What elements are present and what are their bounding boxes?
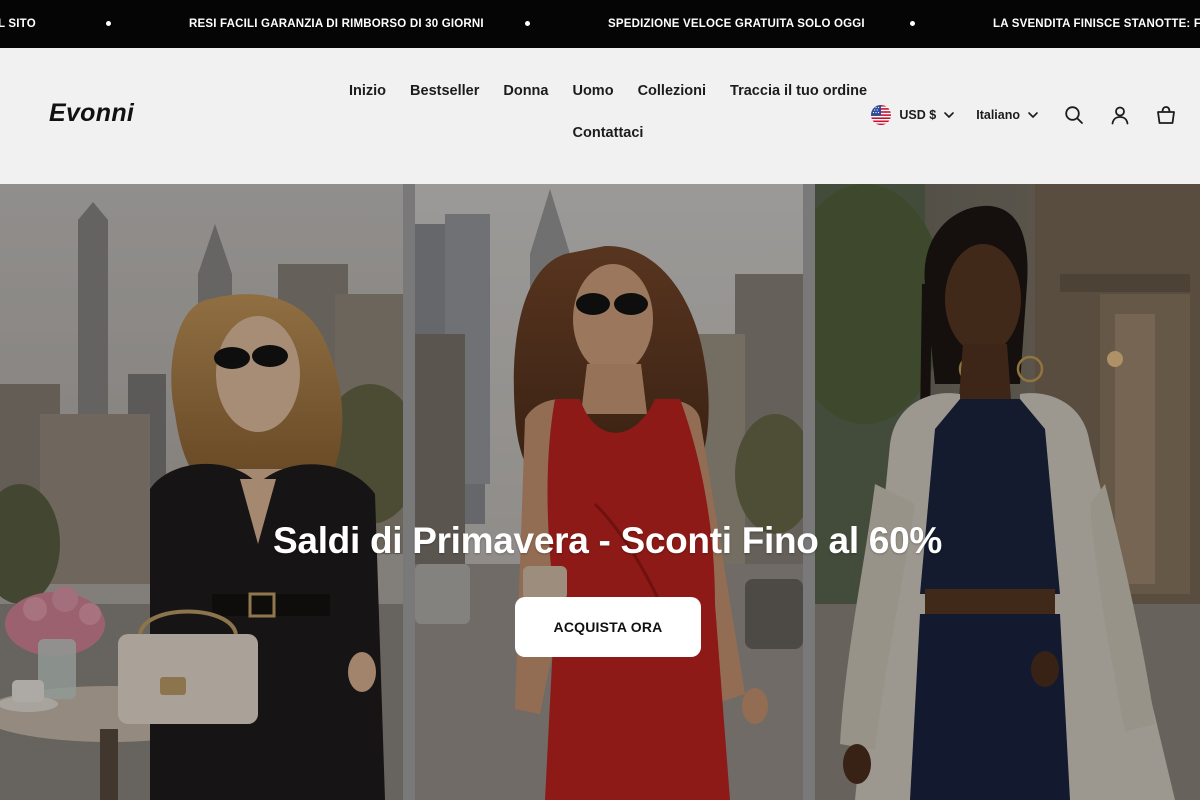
announcement-item: SPEDIZIONE VELOCE GRATUITA SOLO OGGI: [608, 18, 865, 30]
hero-banner: Saldi di Primavera - Sconti Fino al 60% …: [0, 184, 1200, 800]
nav-link-inizio[interactable]: Inizio: [349, 78, 386, 104]
hero-dark-overlay: [0, 184, 1200, 800]
chevron-down-icon: [944, 112, 955, 118]
announcement-bar: L SITO RESI FACILI GARANZIA DI RIMBORSO …: [0, 0, 1200, 48]
announcement-separator-dot: [910, 21, 915, 26]
language-label: Italiano: [976, 108, 1020, 122]
account-icon[interactable]: [1106, 101, 1134, 129]
cart-icon[interactable]: [1152, 101, 1180, 129]
announcement-item: LA SVENDITA FINISCE STANOTTE: FIN: [993, 18, 1200, 30]
language-selector[interactable]: Italiano: [976, 108, 1038, 122]
announcement-separator-dot: [525, 21, 530, 26]
announcement-item: L SITO: [0, 18, 36, 30]
chevron-down-icon: [1028, 112, 1038, 118]
main-nav: Inizio Bestseller Donna Uomo Collezioni …: [330, 78, 886, 146]
currency-label: USD $: [899, 108, 937, 122]
announcement-item: RESI FACILI GARANZIA DI RIMBORSO DI 30 G…: [189, 18, 484, 30]
nav-link-bestseller[interactable]: Bestseller: [410, 78, 479, 104]
announcement-track: L SITO RESI FACILI GARANZIA DI RIMBORSO …: [0, 0, 1200, 48]
us-flag-icon: [871, 105, 892, 125]
nav-link-contattaci[interactable]: Contattaci: [573, 120, 644, 146]
header-tools: USD $ Italiano: [871, 102, 1180, 128]
nav-link-traccia-ordine[interactable]: Traccia il tuo ordine: [730, 78, 867, 104]
site-header: Evonni Inizio Bestseller Donna Uomo Coll…: [0, 48, 1200, 184]
search-icon[interactable]: [1060, 101, 1088, 129]
nav-link-uomo[interactable]: Uomo: [572, 78, 613, 104]
site-logo[interactable]: Evonni: [49, 99, 134, 128]
shop-now-button[interactable]: ACQUISTA ORA: [515, 597, 701, 657]
nav-link-collezioni[interactable]: Collezioni: [638, 78, 706, 104]
currency-selector[interactable]: USD $: [871, 105, 955, 125]
announcement-separator-dot: [106, 21, 111, 26]
hero-title: Saldi di Primavera - Sconti Fino al 60%: [273, 520, 942, 561]
nav-link-donna[interactable]: Donna: [503, 78, 548, 104]
